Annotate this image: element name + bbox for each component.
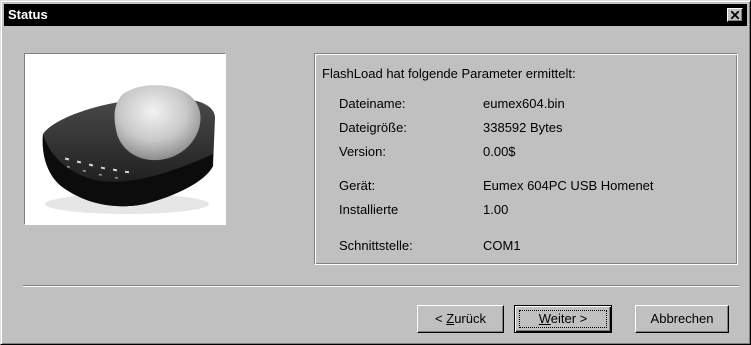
device-image-panel	[24, 53, 226, 225]
window-title: Status	[8, 7, 48, 22]
parameter-panel: FlashLoad hat folgende Parameter ermitte…	[314, 53, 738, 265]
version-label: Version:	[339, 144, 386, 159]
status-dialog: Status FlashLoad hat folgende Parameter …	[0, 0, 751, 345]
installed-value: 1.00	[483, 202, 509, 217]
next-button[interactable]: Weiter >	[514, 305, 612, 333]
device-value: Eumex 604PC USB Homenet	[483, 178, 654, 193]
version-value: 0.00$	[483, 144, 516, 159]
interface-label: Schnittstelle:	[339, 238, 413, 253]
modem-device-image	[42, 85, 215, 214]
device-label: Gerät:	[339, 178, 376, 193]
separator-line	[23, 285, 739, 287]
parameter-heading: FlashLoad hat folgende Parameter ermitte…	[322, 66, 576, 81]
close-icon	[731, 11, 739, 19]
filename-label: Dateiname:	[339, 96, 406, 111]
filename-value: eumex604.bin	[483, 96, 565, 111]
installed-label: Installierte	[339, 202, 399, 217]
close-button[interactable]	[727, 8, 743, 22]
next-button-label: Weiter >	[538, 311, 588, 326]
interface-value: COM1	[483, 238, 521, 253]
filesize-value: 338592 Bytes	[483, 120, 563, 135]
back-button[interactable]: < Zurück	[417, 305, 504, 333]
filesize-label: Dateigröße:	[339, 120, 407, 135]
title-bar[interactable]: Status	[4, 4, 747, 26]
cancel-button[interactable]: Abbrechen	[635, 305, 729, 333]
cancel-button-label: Abbrechen	[650, 311, 714, 326]
back-button-label: < Zurück	[435, 311, 486, 326]
